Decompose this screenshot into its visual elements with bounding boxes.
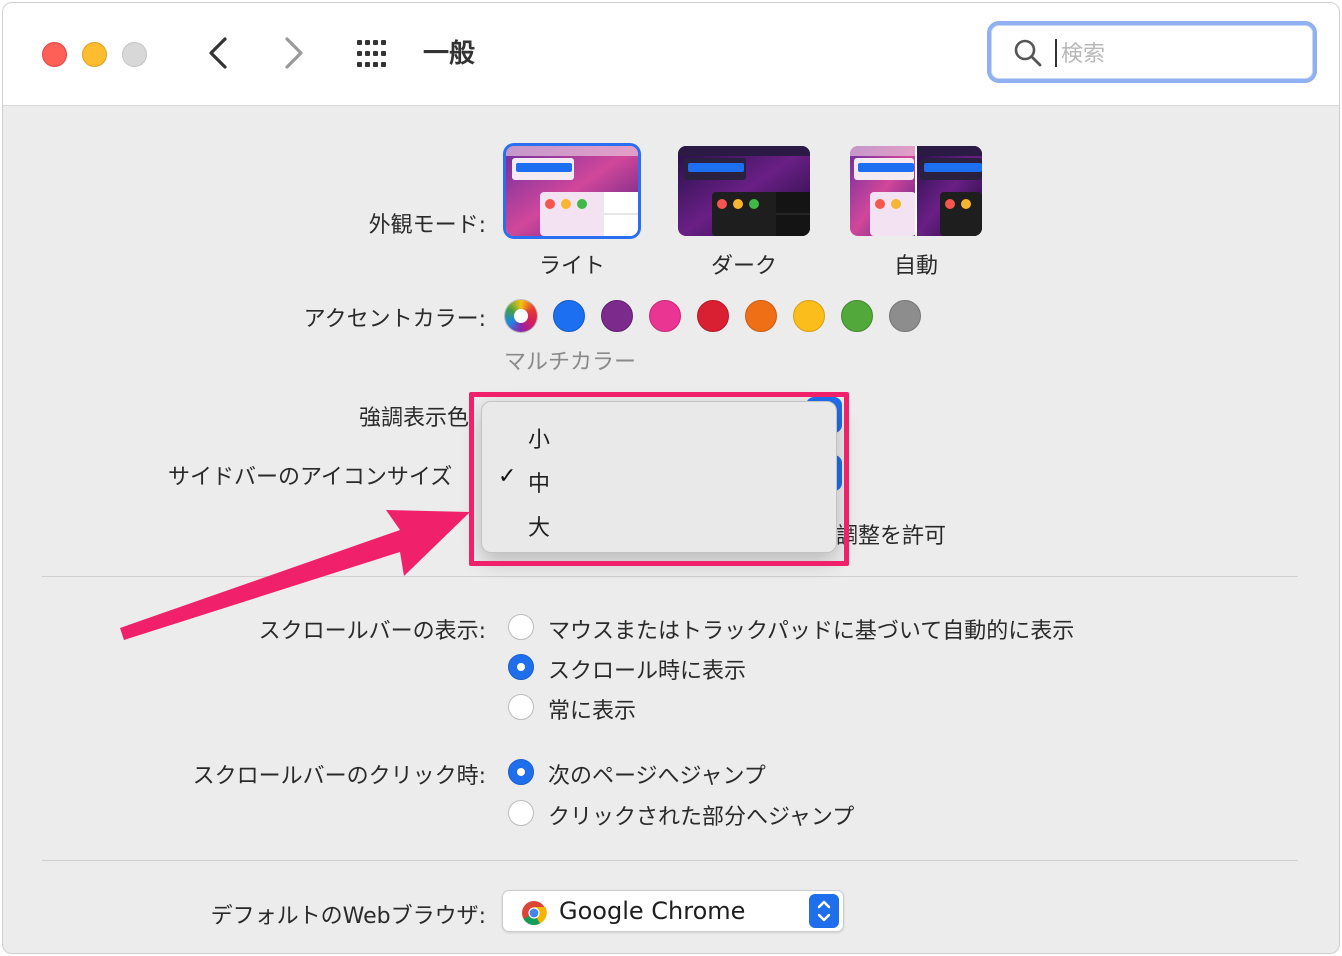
popup-stepper-icon <box>809 894 839 928</box>
accent-selection-note: マルチカラー <box>504 350 637 375</box>
minimize-button[interactable] <box>82 42 107 67</box>
accent-red-swatch[interactable] <box>697 300 729 332</box>
click-scroll-bar-label: スクロールバーのクリック時: <box>192 764 486 789</box>
search-field[interactable] <box>987 21 1317 83</box>
accent-multicolor-swatch[interactable] <box>505 300 537 332</box>
scroll-bars-auto-label[interactable]: マウスまたはトラックパッドに基づいて自動的に表示 <box>548 613 1074 645</box>
scroll-click-spot-radio[interactable] <box>508 800 534 826</box>
window-title: 一般 <box>423 39 476 69</box>
default-browser-label: デフォルトのWebブラウザ: <box>210 904 486 929</box>
back-chevron-icon[interactable] <box>201 31 237 75</box>
wallpaper-tinting-label[interactable]: 調整を許可 <box>836 518 946 550</box>
appearance-dark-label: ダーク <box>710 254 777 279</box>
forward-chevron-icon[interactable] <box>275 31 311 75</box>
default-browser-popup[interactable]: Google Chrome <box>502 890 844 932</box>
scroll-click-next-page-label[interactable]: 次のページへジャンプ <box>548 758 766 790</box>
accent-purple-swatch[interactable] <box>601 300 633 332</box>
section-divider <box>42 860 1298 861</box>
highlight-color-label: 強調表示色 <box>359 406 470 431</box>
search-input[interactable] <box>1059 33 1303 75</box>
zoom-button[interactable] <box>122 42 147 67</box>
text-caret <box>1055 39 1057 67</box>
annotation-arrow-icon <box>120 510 470 640</box>
accent-color-label: アクセントカラー: <box>303 307 486 332</box>
close-button[interactable] <box>42 42 67 67</box>
annotation-highlight-box <box>469 392 849 566</box>
accent-blue-swatch[interactable] <box>553 300 585 332</box>
appearance-label: 外観モード: <box>368 213 486 238</box>
sidebar-icon-size-label: サイドバーのアイコンサイズ <box>168 465 453 490</box>
appearance-dark-thumbnail[interactable] <box>678 146 810 236</box>
accent-orange-swatch[interactable] <box>745 300 777 332</box>
default-browser-value: Google Chrome <box>559 897 746 925</box>
appearance-light-label: ライト <box>538 254 605 279</box>
appearance-light-thumbnail[interactable] <box>506 146 638 236</box>
scroll-click-next-page-radio[interactable] <box>508 759 534 785</box>
appearance-auto-label: 自動 <box>893 254 938 279</box>
accent-green-swatch[interactable] <box>841 300 873 332</box>
scroll-bars-when-scrolling-radio[interactable] <box>508 654 534 680</box>
appearance-auto-thumbnail[interactable] <box>850 146 982 236</box>
scroll-bars-auto-radio[interactable] <box>508 614 534 640</box>
scroll-bars-when-scrolling-label[interactable]: スクロール時に表示 <box>548 653 746 685</box>
titlebar: 一般 <box>3 3 1339 106</box>
accent-yellow-swatch[interactable] <box>793 300 825 332</box>
accent-graphite-swatch[interactable] <box>889 300 921 332</box>
search-icon <box>1014 39 1042 67</box>
chrome-icon <box>522 901 547 926</box>
scroll-bars-always-label[interactable]: 常に表示 <box>548 693 636 725</box>
scroll-bars-always-radio[interactable] <box>508 694 534 720</box>
show-all-grid-icon[interactable] <box>355 39 391 69</box>
scroll-click-spot-label[interactable]: クリックされた部分へジャンプ <box>548 799 854 831</box>
accent-pink-swatch[interactable] <box>649 300 681 332</box>
